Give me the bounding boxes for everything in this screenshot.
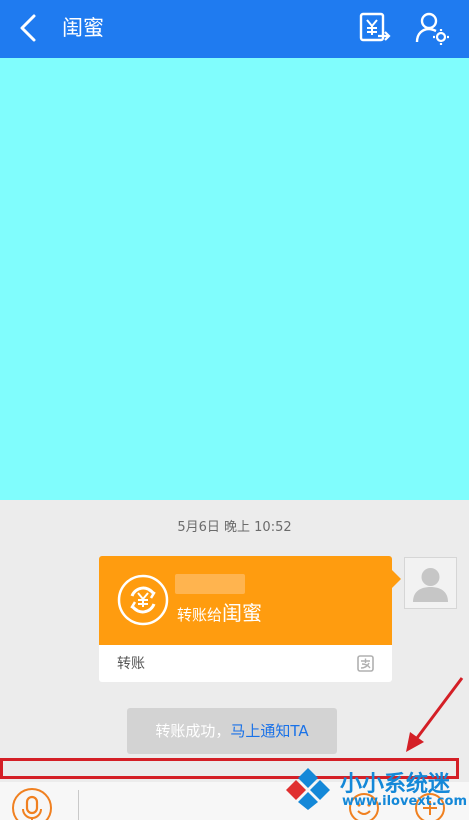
- yuan-refresh-icon: [117, 574, 169, 626]
- yuan-transfer-icon: [359, 12, 391, 42]
- chat-background-image: [0, 58, 469, 500]
- transfer-message-card[interactable]: 转账给闺蜜 转账: [99, 556, 401, 682]
- microphone-icon: [12, 788, 52, 820]
- chat-title: 闺蜜: [62, 16, 104, 40]
- default-avatar-icon: [413, 568, 448, 602]
- red-arrow-annotation: [406, 677, 464, 752]
- avatar[interactable]: [404, 557, 457, 609]
- transfer-success-notice: 转账成功，马上通知TA: [127, 708, 337, 754]
- input-divider: [78, 790, 79, 820]
- chat-settings-button[interactable]: [414, 10, 450, 46]
- blurred-amount: [175, 574, 245, 594]
- transfer-recipient: 闺蜜: [222, 601, 263, 625]
- alipay-icon: [357, 655, 374, 672]
- voice-button[interactable]: [12, 788, 52, 820]
- notify-link[interactable]: 马上通知TA: [230, 722, 308, 740]
- user-settings-icon: [415, 12, 449, 45]
- watermark-logo-icon: [286, 768, 330, 810]
- watermark-url: www.ilovext.com: [342, 794, 467, 809]
- bubble-tail: [392, 570, 401, 588]
- transfer-button[interactable]: [358, 10, 392, 46]
- back-button[interactable]: [12, 10, 48, 46]
- title-bar: 闺蜜: [0, 0, 469, 58]
- transfer-prefix: 转账给: [177, 606, 223, 624]
- transfer-description: 转账给闺蜜: [177, 600, 262, 628]
- transfer-card-footer: 转账: [99, 645, 392, 682]
- transfer-footer-label: 转账: [117, 656, 145, 672]
- chevron-left-icon: [20, 14, 36, 42]
- watermark: 小小系统迷 www.ilovext.com: [282, 766, 467, 820]
- message-timestamp: 5月6日 晚上 10:52: [177, 520, 292, 535]
- notice-text: 转账成功，: [155, 722, 231, 740]
